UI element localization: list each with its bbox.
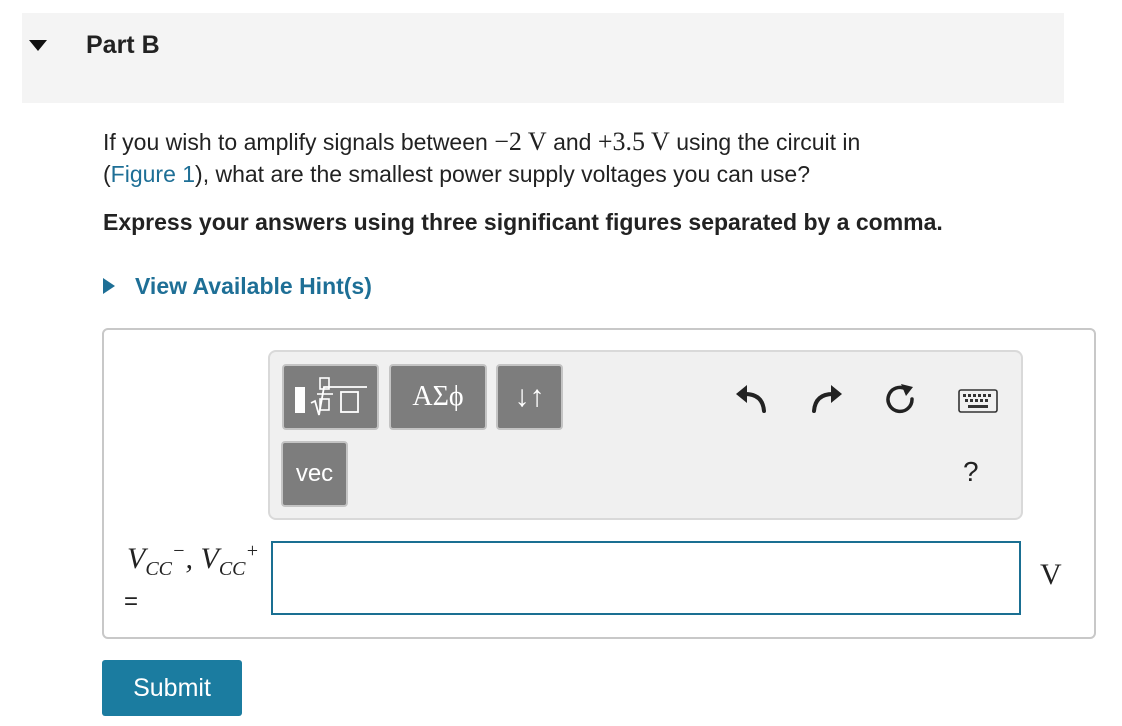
reset-icon — [886, 384, 914, 414]
keyboard-icon — [958, 389, 998, 413]
collapse-part-icon[interactable] — [29, 40, 47, 51]
fraction-root-icon — [294, 377, 367, 416]
question-text-b: and — [546, 129, 598, 155]
unit-label: V — [1040, 558, 1062, 591]
var1-symbol: V — [127, 542, 146, 575]
view-hints-label: View Available Hint(s) — [135, 272, 372, 299]
question-text: If you wish to amplify signals between −… — [103, 126, 1023, 190]
math-toolbar — [268, 350, 1023, 520]
var2-subscript: CC — [218, 558, 246, 580]
undo-icon — [736, 385, 766, 413]
voltage-low: −2 V — [494, 127, 547, 156]
submit-button[interactable]: Submit — [102, 660, 242, 716]
undo-button[interactable] — [730, 382, 770, 416]
redo-icon — [812, 385, 842, 413]
help-button[interactable]: ? — [963, 456, 979, 488]
var2-symbol: V — [200, 542, 219, 575]
figure-link[interactable]: Figure 1 — [111, 161, 195, 187]
keyboard-button[interactable] — [958, 388, 998, 414]
answer-input[interactable] — [271, 541, 1021, 615]
instruction-text: Express your answers using three signifi… — [103, 209, 943, 235]
part-header — [22, 13, 1064, 103]
greek-letters-button[interactable]: ΑΣϕ — [389, 364, 487, 430]
subscript-superscript-button[interactable]: ↓↑ — [496, 364, 563, 430]
paren-open: ( — [103, 161, 111, 187]
templates-button[interactable] — [282, 364, 379, 430]
view-hints-toggle[interactable]: View Available Hint(s) — [103, 270, 372, 302]
var1-superscript: − — [172, 540, 186, 562]
var-comma: , — [185, 542, 201, 575]
answer-variable-label: VCC−, VCC+ — [127, 540, 259, 581]
vector-button[interactable]: vec — [281, 441, 348, 507]
question-text-a: If you wish to amplify signals between — [103, 129, 495, 155]
question-text-c: using the circuit in — [669, 129, 861, 155]
expand-triangle-icon — [103, 278, 115, 294]
redo-button[interactable] — [808, 382, 848, 416]
reset-button[interactable] — [882, 380, 918, 418]
equals-sign: = — [124, 588, 139, 615]
question-text-d: ), what are the smallest power supply vo… — [195, 161, 810, 187]
var2-superscript: + — [245, 540, 260, 562]
var1-subscript: CC — [145, 558, 173, 580]
voltage-high: +3.5 V — [597, 127, 670, 156]
part-title: Part B — [86, 31, 160, 59]
